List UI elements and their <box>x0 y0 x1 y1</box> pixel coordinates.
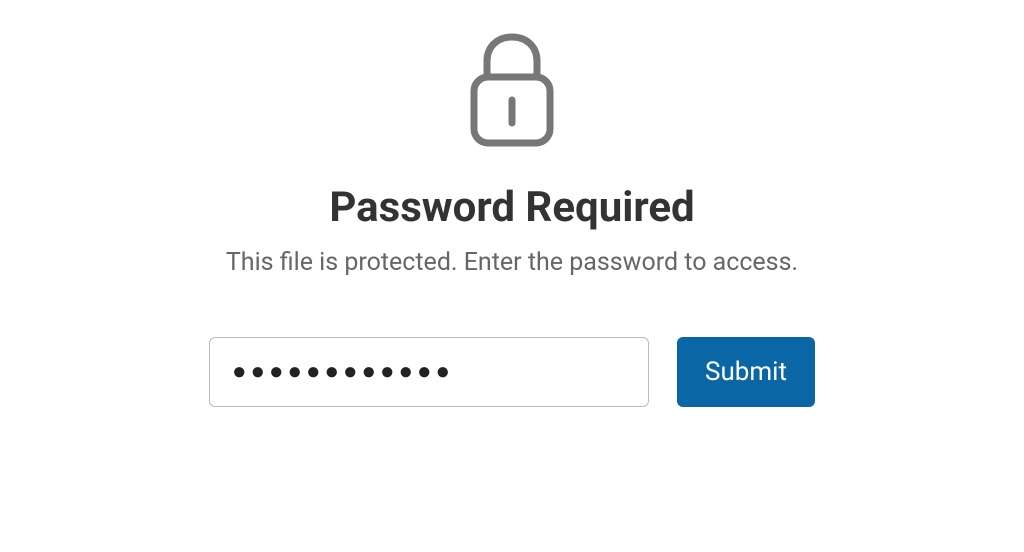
password-input[interactable] <box>209 337 649 407</box>
lock-icon <box>457 25 567 155</box>
page-title: Password Required <box>329 183 694 232</box>
submit-button[interactable]: Submit <box>677 337 815 407</box>
password-form: Submit <box>209 337 815 407</box>
page-subtitle: This file is protected. Enter the passwo… <box>226 248 798 277</box>
